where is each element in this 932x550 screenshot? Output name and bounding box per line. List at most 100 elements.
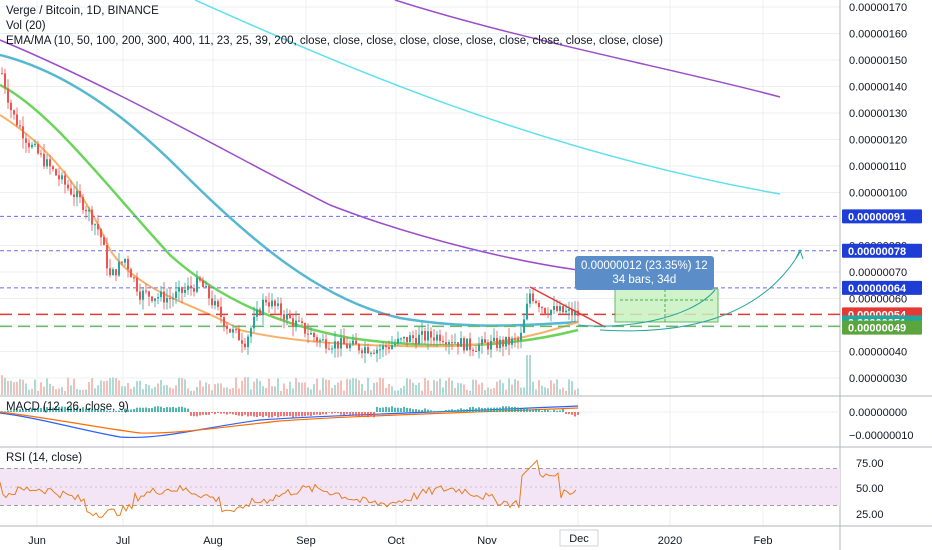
- candle-body: [424, 331, 426, 341]
- candle-body: [505, 336, 507, 347]
- candle-body: [139, 291, 141, 300]
- candle-body: [223, 317, 225, 327]
- macd-histogram-bar: [256, 412, 258, 417]
- volume-bar: [166, 385, 168, 395]
- macd-histogram-bar: [157, 406, 159, 412]
- volume-bar: [106, 380, 108, 395]
- macd-histogram-bar: [514, 406, 516, 412]
- candle-body: [499, 339, 501, 349]
- macd-histogram-bar: [481, 407, 483, 412]
- candle-body: [541, 307, 543, 309]
- candle-body: [121, 261, 123, 263]
- candle-body: [304, 323, 306, 334]
- macd-histogram-bar: [421, 409, 423, 412]
- candle-body: [391, 345, 393, 349]
- macd-histogram-bar: [160, 406, 162, 412]
- macd-histogram-bar: [454, 410, 456, 412]
- candle-body: [376, 349, 378, 354]
- macd-histogram-bar: [259, 412, 261, 416]
- candle-body: [85, 209, 87, 212]
- volume-bar: [178, 377, 180, 395]
- macd-histogram-bar: [247, 412, 249, 417]
- volume-bar: [361, 383, 363, 395]
- main-legend: Verge / Bitcoin, 1D, BINANCE Vol (20) EM…: [6, 4, 663, 49]
- candle-body: [259, 309, 261, 315]
- volume-bar: [544, 387, 546, 395]
- candle-body: [166, 297, 168, 303]
- macd-histogram-bar: [148, 408, 150, 412]
- candle-body: [88, 209, 90, 212]
- volume-bar: [526, 355, 528, 395]
- macd-histogram-bar: [442, 411, 444, 412]
- macd-histogram-bar: [262, 412, 264, 418]
- volume-bar: [43, 386, 45, 395]
- candle-body: [415, 338, 417, 345]
- macd-histogram-bar: [367, 412, 369, 418]
- volume-bar: [490, 388, 492, 395]
- volume-bar: [130, 388, 132, 395]
- y-tick-label: 0.00000100: [849, 188, 907, 200]
- candle-body: [94, 224, 96, 226]
- macd-histogram-bar: [271, 412, 273, 418]
- candle-body: [184, 289, 186, 293]
- macd-histogram-bar: [196, 412, 198, 417]
- volume-bar: [550, 380, 552, 395]
- candle-body: [181, 287, 183, 293]
- volume-bar: [253, 381, 255, 395]
- candle-body: [373, 352, 375, 354]
- volume-bar: [229, 389, 231, 395]
- macd-histogram-bar: [415, 409, 417, 412]
- candle-body: [556, 306, 558, 312]
- macd-histogram-bar: [319, 412, 321, 415]
- macd-histogram-bar: [382, 407, 384, 412]
- volume-bar: [499, 379, 501, 395]
- volume-bar: [331, 387, 333, 395]
- candle-body: [448, 342, 450, 345]
- macd-histogram-bar: [376, 406, 378, 412]
- candle-body: [214, 301, 216, 306]
- measure-box-line2: 34 bars, 34d: [612, 274, 677, 286]
- macd-histogram-bar: [250, 412, 252, 416]
- macd-histogram-bar: [577, 412, 579, 415]
- candle-body: [241, 340, 243, 344]
- y-tick-label: 0.00000070: [849, 267, 907, 279]
- macd-histogram-bar: [178, 406, 180, 412]
- volume-bar: [202, 386, 204, 395]
- y-tick-label: 0.00000110: [849, 161, 906, 173]
- volume-bar: [79, 389, 81, 395]
- macd-histogram-bar: [541, 410, 543, 412]
- volume-bar: [301, 382, 303, 395]
- candle-body: [280, 303, 282, 315]
- volume-bar: [82, 390, 84, 395]
- candle-body: [118, 261, 120, 276]
- x-tick-label: 2020: [658, 535, 682, 547]
- volume-bar: [172, 388, 174, 395]
- macd-histogram-bar: [448, 409, 450, 412]
- y-tick-label: 0.00000060: [849, 294, 907, 306]
- candle-body: [82, 197, 84, 210]
- volume-bar: [208, 384, 210, 395]
- macd-histogram-bar: [274, 412, 276, 417]
- candle-body: [379, 349, 381, 351]
- candle-body: [325, 339, 327, 349]
- candle-body: [7, 88, 9, 103]
- macd-histogram-bar: [574, 412, 576, 417]
- macd-histogram-bar: [205, 412, 207, 415]
- volume-bar: [46, 378, 48, 395]
- volume-bar: [568, 379, 570, 395]
- volume-bar: [562, 387, 564, 395]
- candle-body: [466, 338, 468, 351]
- candle-body: [481, 339, 483, 345]
- volume-bar: [133, 386, 135, 395]
- volume-bar: [88, 382, 90, 395]
- volume-bar: [181, 377, 183, 395]
- macd-histogram-bar: [535, 408, 537, 412]
- volume-bar: [409, 379, 411, 395]
- candle-body: [568, 309, 570, 311]
- candle-body: [298, 320, 300, 322]
- candle-body: [106, 245, 108, 269]
- macd-histogram-bar: [469, 407, 471, 412]
- macd-histogram-bar: [217, 412, 219, 414]
- macd-histogram-bar: [154, 406, 156, 412]
- price-chart[interactable]: 0.00000170 0.00000160 0.00000150 0.00000140…: [0, 0, 932, 550]
